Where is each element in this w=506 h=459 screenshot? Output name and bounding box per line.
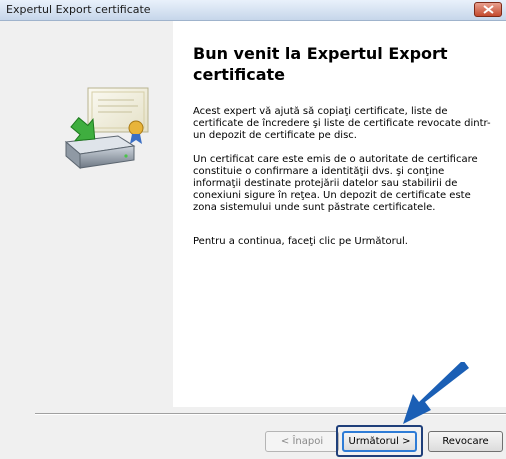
next-button[interactable]: Următorul > [342, 431, 417, 452]
close-button[interactable] [474, 2, 502, 17]
wizard-side-panel [0, 21, 173, 407]
description-paragraph-1: Acest expert vă ajută să copiaţi certifi… [193, 106, 491, 141]
description-paragraph-3: Pentru a continua, faceţi clic pe Următo… [193, 236, 408, 247]
close-icon [483, 5, 494, 14]
page-title: Bun venit la Expertul Export certificate [193, 44, 448, 84]
wizard-content: Bun venit la Expertul Export certificate… [173, 21, 506, 407]
cancel-button[interactable]: Revocare [428, 431, 503, 452]
certificate-export-icon [64, 87, 149, 170]
window-title: Expertul Export certificate [6, 3, 151, 16]
back-button[interactable]: < Înapoi [265, 431, 339, 452]
title-bar: Expertul Export certificate [0, 0, 506, 21]
pointer-arrow [403, 362, 469, 424]
export-certificate-wizard-window: Expertul Export certificate Bun venit la… [0, 0, 506, 459]
description-paragraph-2: Un certificat care este emis de o autori… [193, 154, 478, 213]
